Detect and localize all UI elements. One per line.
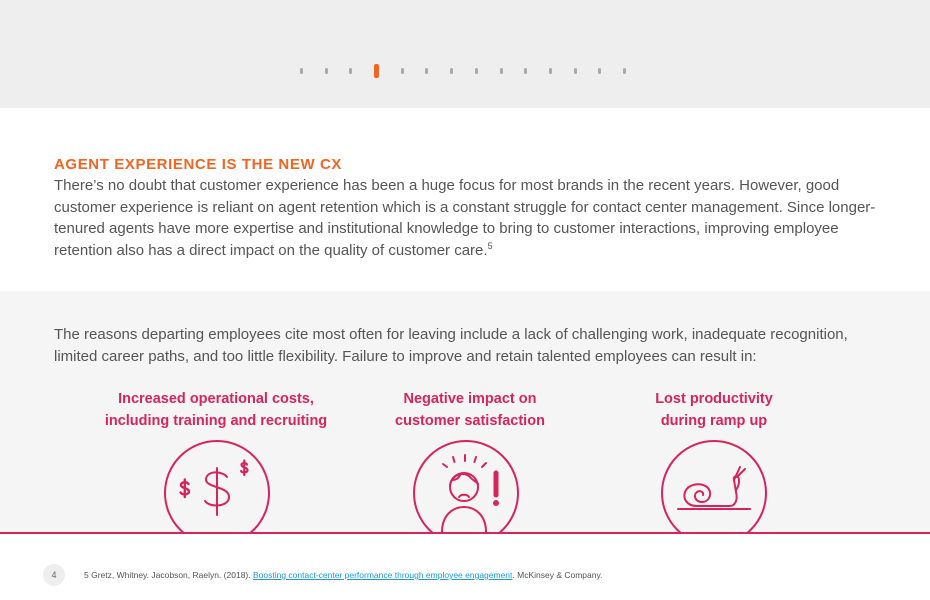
footnote-prefix: 5 Gretz, Whitney. Jacobson, Raelyn. (201…: [84, 570, 253, 580]
page-dot[interactable]: [548, 68, 552, 74]
impact-label-line1: Lost productivity: [655, 391, 773, 407]
intro-paragraph: There’s no doubt that customer experienc…: [54, 175, 894, 261]
footnote-suffix: . McKinsey & Company.: [512, 570, 603, 580]
impact-customer-satisfaction: Negative impact on customer satisfaction: [340, 388, 600, 432]
page-dot[interactable]: [300, 68, 303, 74]
page-dot[interactable]: [524, 68, 528, 74]
stressed-person-icon: [412, 440, 520, 533]
impact-lost-productivity: Lost productivity during ramp up: [584, 388, 844, 432]
intro-text: There’s no doubt that customer experienc…: [54, 177, 876, 259]
impact-operational-costs: Increased operational costs, including t…: [86, 388, 346, 432]
page-dot[interactable]: [598, 68, 602, 74]
page-dot[interactable]: [450, 68, 454, 74]
snail-icon: [660, 440, 768, 533]
impact-label-line2: including training and recruiting: [104, 413, 328, 429]
top-band: [0, 0, 930, 108]
impact-label-line1: Increased operational costs,: [118, 391, 314, 407]
footnote-link[interactable]: Boosting contact-center performance thro…: [253, 570, 512, 580]
page-dot[interactable]: [425, 68, 429, 74]
footer: [0, 534, 930, 600]
page-indicator[interactable]: [300, 64, 648, 78]
page-dot[interactable]: [622, 68, 626, 74]
impact-label-line1: Negative impact on: [403, 391, 537, 407]
dollar-signs-icon: [163, 440, 271, 533]
page-dot[interactable]: [499, 68, 503, 74]
reasons-paragraph: The reasons departing employees cite mos…: [54, 326, 848, 365]
page-dot[interactable]: [324, 68, 328, 74]
impact-label-line2: during ramp up: [660, 413, 768, 429]
section-heading: AGENT EXPERIENCE IS THE NEW CX: [54, 156, 343, 173]
impact-label-line2: customer satisfaction: [395, 413, 545, 429]
page-dot[interactable]: [400, 68, 404, 74]
page-dot[interactable]: [474, 68, 478, 74]
footnote: 5 Gretz, Whitney. Jacobson, Raelyn. (201…: [84, 570, 602, 580]
page-dot-active[interactable]: [374, 64, 380, 78]
page-dot[interactable]: [349, 68, 353, 74]
page-dot[interactable]: [573, 68, 577, 74]
footnote-reference[interactable]: 5: [488, 241, 493, 251]
page-number-badge: 4: [43, 564, 65, 586]
